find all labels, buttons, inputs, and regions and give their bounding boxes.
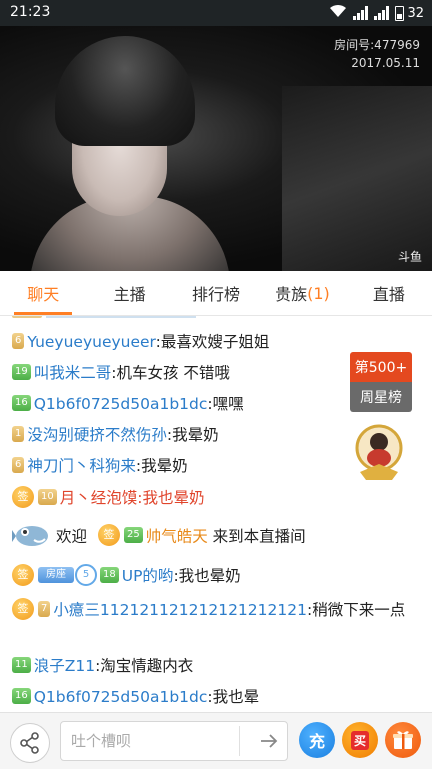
streamer-helmet [55, 36, 195, 146]
chat-message: 6 神刀门丶科狗来:我晕奶 [12, 454, 342, 478]
nobility-count: (1) [307, 283, 330, 303]
share-icon [20, 732, 39, 754]
username[interactable]: 叫我米二哥 [34, 364, 112, 382]
welcome-label: 欢迎 [56, 527, 88, 546]
sign-in-badge: 签 [97, 524, 120, 546]
chat-message: 签 7 小癔三112121121212121212121:稍微下来一点 [12, 597, 412, 622]
chat-input-box [60, 721, 288, 761]
chat-message: 签 10 月丶经泡馍:我也晕奶 [12, 485, 342, 510]
bottom-bar: 充 买 [0, 712, 432, 769]
fan-badge: 16 [12, 394, 31, 411]
chat-message: 11 浪子Z11:淘宝情趣内衣 [12, 654, 342, 678]
stream-date: 2017.05.11 [351, 56, 420, 70]
chat-message: 16 Q1b6f0725d50a1b1dc:嘿嘿 [12, 392, 342, 416]
battery-level: 32 [407, 5, 424, 21]
chat-input[interactable] [69, 728, 233, 754]
fan-badge: 16 [12, 687, 31, 704]
sign-in-badge: 签 [12, 597, 34, 620]
wifi-icon [329, 4, 347, 22]
room-tag-badge: 房座 [38, 566, 74, 583]
chat-message: 19 叫我米二哥:机车女孩 不错哦 [12, 361, 342, 385]
username[interactable]: 没沟别硬挤不然伤孙 [27, 426, 167, 444]
sign-in-badge: 签 [12, 485, 34, 508]
fan-badge: 11 [12, 656, 31, 673]
message-text: :我也晕奶 [137, 489, 205, 507]
fan-badge: 10 [38, 488, 57, 505]
share-button[interactable] [10, 723, 50, 763]
chat-message: 6 Yueyueyueyueer:最喜欢嫂子姐姐 [12, 330, 342, 354]
status-bar: 21:23 32 [0, 0, 432, 26]
gift-icon [393, 731, 413, 749]
message-text: 来到本直播间 [212, 527, 306, 546]
message-text: :最喜欢嫂子姐姐 [155, 333, 270, 351]
username[interactable]: Q1b6f0725d50a1b1dc [34, 395, 208, 413]
watermark-logo: 斗鱼 [397, 250, 422, 264]
fan-badge: 6 [12, 332, 25, 349]
mascot-fish-icon [12, 520, 52, 550]
message-text: :我也晕奶 [173, 567, 241, 585]
signal-icon-2 [374, 6, 390, 20]
fan-badge: 6 [12, 456, 25, 473]
signal-icon [353, 6, 369, 20]
battery-icon [395, 5, 405, 21]
tab-live[interactable]: 直播 [346, 271, 432, 315]
message-text: :稍微下来一点 [306, 601, 406, 619]
welcome-message: 欢迎 签 25 帅气皓天 来到本直播间 [12, 522, 342, 552]
video-player[interactable]: 房间号:477969 2017.05.11 斗鱼 [0, 26, 432, 271]
battery-indicator: 32 [395, 5, 424, 21]
message-text: :我晕奶 [135, 457, 188, 475]
username[interactable]: 小癔三112121121212121212121 [53, 601, 307, 619]
star-avatar-icon[interactable] [352, 420, 406, 482]
partial-message [12, 316, 212, 322]
message-text: :嘿嘿 [207, 395, 244, 413]
weekly-star-rank[interactable]: 第500+ 周星榜 [350, 352, 412, 412]
divider [239, 726, 240, 756]
username[interactable]: 月丶经泡馍 [60, 489, 138, 507]
fan-badge: 7 [38, 600, 51, 617]
chat-message: 1 没沟别硬挤不然伤孙:我晕奶 [12, 423, 342, 447]
fan-badge: 1 [12, 425, 25, 442]
arrow-right-icon [261, 734, 278, 748]
tab-bar: 聊天 主播 排行榜 贵族 (1) 直播 [0, 271, 432, 316]
username[interactable]: 帅气皓天 [146, 528, 208, 546]
clock: 21:23 [10, 4, 51, 20]
tab-chat[interactable]: 聊天 [0, 271, 86, 315]
tab-nobility[interactable]: 贵族 (1) [259, 271, 345, 315]
message-text: :我也晕 [207, 688, 260, 706]
fan-badge: 19 [12, 363, 31, 380]
chat-message: 签房座 5 18 UP的哟:我也晕奶 [12, 563, 342, 588]
message-text: :机车女孩 不错哦 [111, 364, 230, 382]
medal-icon: 5 [75, 563, 97, 586]
tab-ranking[interactable]: 排行榜 [173, 271, 259, 315]
tab-anchor[interactable]: 主播 [86, 271, 172, 315]
username[interactable]: 浪子Z11 [34, 657, 95, 675]
recharge-button[interactable]: 充 [299, 722, 335, 758]
buy-button[interactable]: 买 [342, 722, 378, 758]
room-info: 房间号:477969 2017.05.11 [334, 36, 420, 72]
sign-in-badge: 签 [12, 563, 34, 586]
username[interactable]: Yueyueyueyueer [27, 333, 155, 351]
username[interactable]: UP的哟 [122, 567, 174, 585]
username[interactable]: 神刀门丶科狗来 [27, 457, 136, 475]
rank-value: 第500+ [350, 352, 412, 382]
gift-button[interactable] [385, 722, 421, 758]
fan-badge: 25 [123, 527, 143, 543]
message-text: :淘宝情趣内衣 [95, 657, 194, 675]
rank-label: 周星榜 [350, 382, 412, 412]
background-wall [282, 86, 432, 271]
username[interactable]: Q1b6f0725d50a1b1dc [34, 688, 208, 706]
fan-badge: 18 [100, 566, 119, 583]
chat-message: 16 Q1b6f0725d50a1b1dc:我也晕 [12, 685, 342, 709]
message-text: :我晕奶 [166, 426, 219, 444]
room-id: 房间号:477969 [334, 38, 420, 52]
send-button[interactable] [251, 722, 287, 760]
